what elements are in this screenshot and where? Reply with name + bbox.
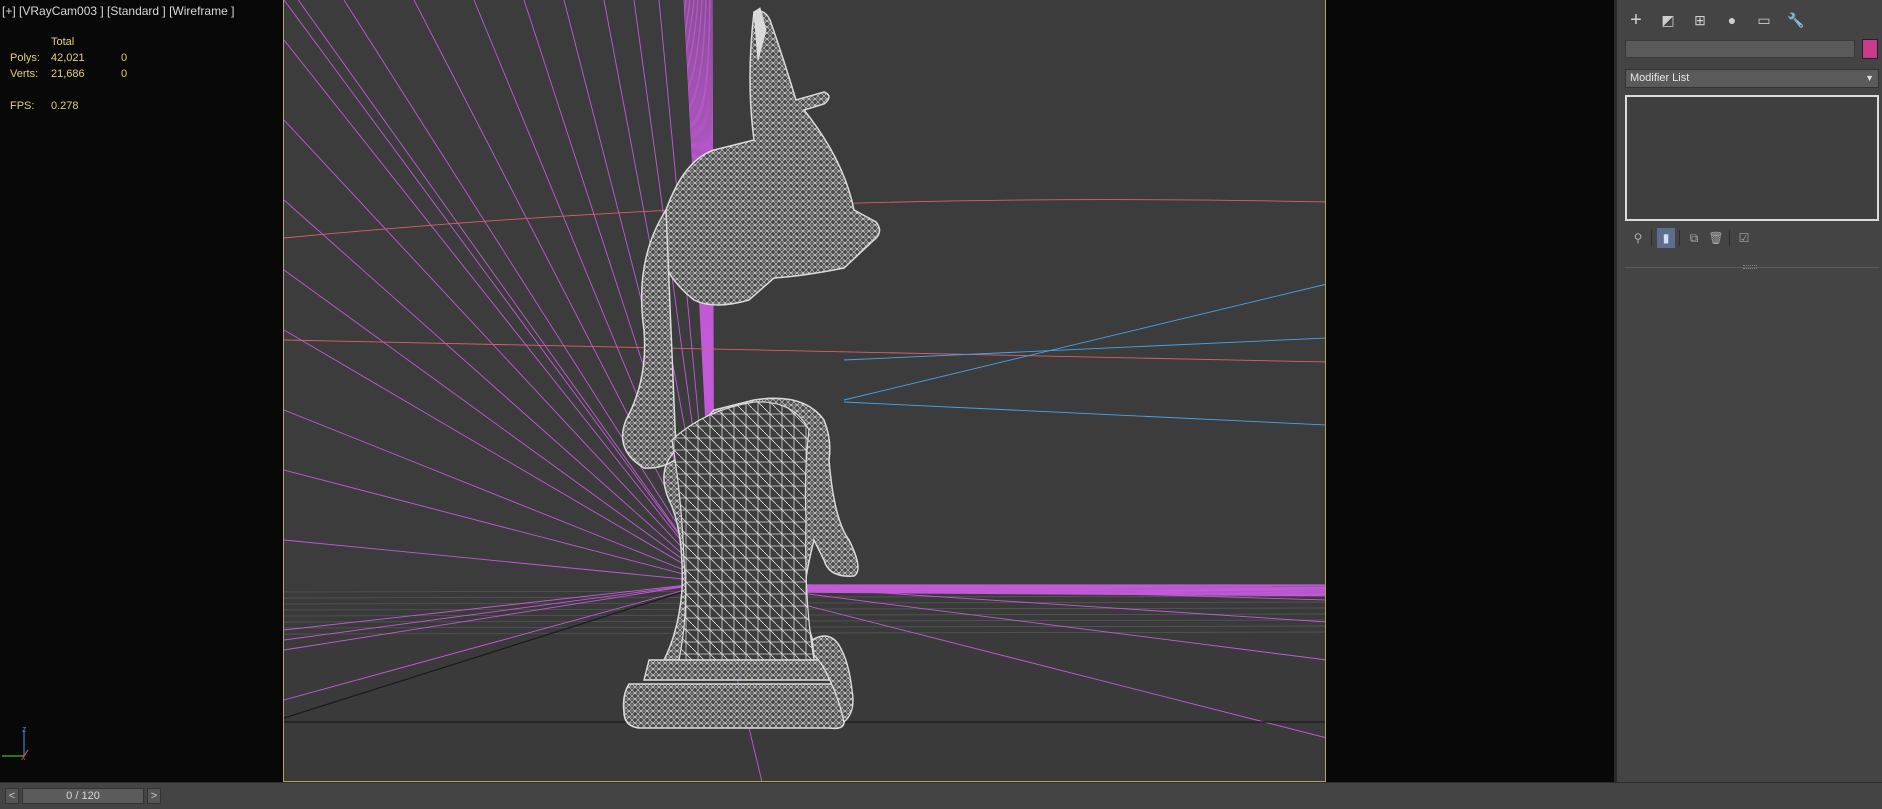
blue-guide-line	[843, 401, 1325, 426]
stats-verts-total: 21,686	[51, 68, 85, 80]
motion-icon[interactable]: ●	[1719, 8, 1745, 32]
stats-verts-label: Verts:	[10, 68, 39, 80]
modify-icon[interactable]: ◩	[1655, 8, 1681, 32]
stats-verts-selected: 0	[121, 68, 128, 80]
sculpture-base	[622, 683, 847, 730]
stats-polys-total: 42,021	[51, 52, 85, 64]
object-color-swatch[interactable]	[1862, 39, 1878, 59]
sculpture-base-top	[643, 659, 830, 681]
camera-safe-frame	[283, 0, 1326, 782]
next-frame-button[interactable]: >	[147, 788, 161, 804]
display-icon[interactable]: ▭	[1751, 8, 1777, 32]
modifier-list-label: Modifier List	[1630, 72, 1690, 84]
stats-total-header: Total	[51, 36, 75, 48]
previous-frame-button[interactable]: <	[5, 788, 19, 804]
viewport-label-menu[interactable]: [+] [VRayCam003 ] [Standard ] [Wireframe…	[2, 4, 234, 18]
rollout-grip-icon[interactable]	[1743, 265, 1757, 269]
axis-tripod-icon: z x	[2, 724, 29, 762]
stats-polys-selected: 0	[121, 52, 128, 64]
command-panel: + ◩ ⊞ ● ▭ 🔧 Modifier List ▼ ⚲ ▮ ⧉ 🗑 ☑	[1614, 0, 1882, 782]
axis-x-label: x	[21, 752, 26, 762]
chevron-down-icon: ▼	[1865, 73, 1874, 83]
pin-stack-icon[interactable]: ⚲	[1629, 228, 1647, 248]
create-icon[interactable]: +	[1623, 8, 1649, 32]
time-slider[interactable]: 0 / 120	[22, 788, 144, 804]
toolbar-separator	[1729, 230, 1730, 246]
utilities-icon[interactable]: 🔧	[1783, 8, 1809, 32]
stats-fps-label: FPS:	[10, 100, 35, 112]
modifier-list-dropdown[interactable]: Modifier List ▼	[1625, 69, 1879, 88]
object-name-field[interactable]	[1625, 40, 1855, 58]
toolbar-separator	[1679, 230, 1680, 246]
stats-polys-label: Polys:	[10, 52, 40, 64]
remove-modifier-icon[interactable]: 🗑	[1707, 228, 1725, 248]
red-guide-line	[284, 339, 1325, 363]
viewport[interactable]: [+] [VRayCam003 ] [Standard ] [Wireframe…	[0, 0, 1614, 782]
make-unique-icon[interactable]: ⧉	[1685, 228, 1703, 248]
magenta-ray	[284, 469, 715, 583]
configure-modifier-sets-icon[interactable]: ☑	[1735, 228, 1753, 248]
time-slider-bar: < 0 / 120 >	[0, 782, 1882, 809]
toolbar-separator	[1651, 230, 1652, 246]
axis-z-label: z	[22, 724, 27, 734]
modifier-stack-list[interactable]	[1625, 95, 1879, 221]
blue-guide-line	[843, 284, 1325, 401]
stats-fps-value: 0.278	[51, 100, 79, 112]
sculpture-torso-mesh	[671, 401, 815, 661]
wireframe-scene	[284, 0, 1325, 781]
show-end-result-icon[interactable]: ▮	[1657, 228, 1675, 248]
hierarchy-icon[interactable]: ⊞	[1687, 8, 1713, 32]
magenta-ray	[284, 539, 715, 583]
